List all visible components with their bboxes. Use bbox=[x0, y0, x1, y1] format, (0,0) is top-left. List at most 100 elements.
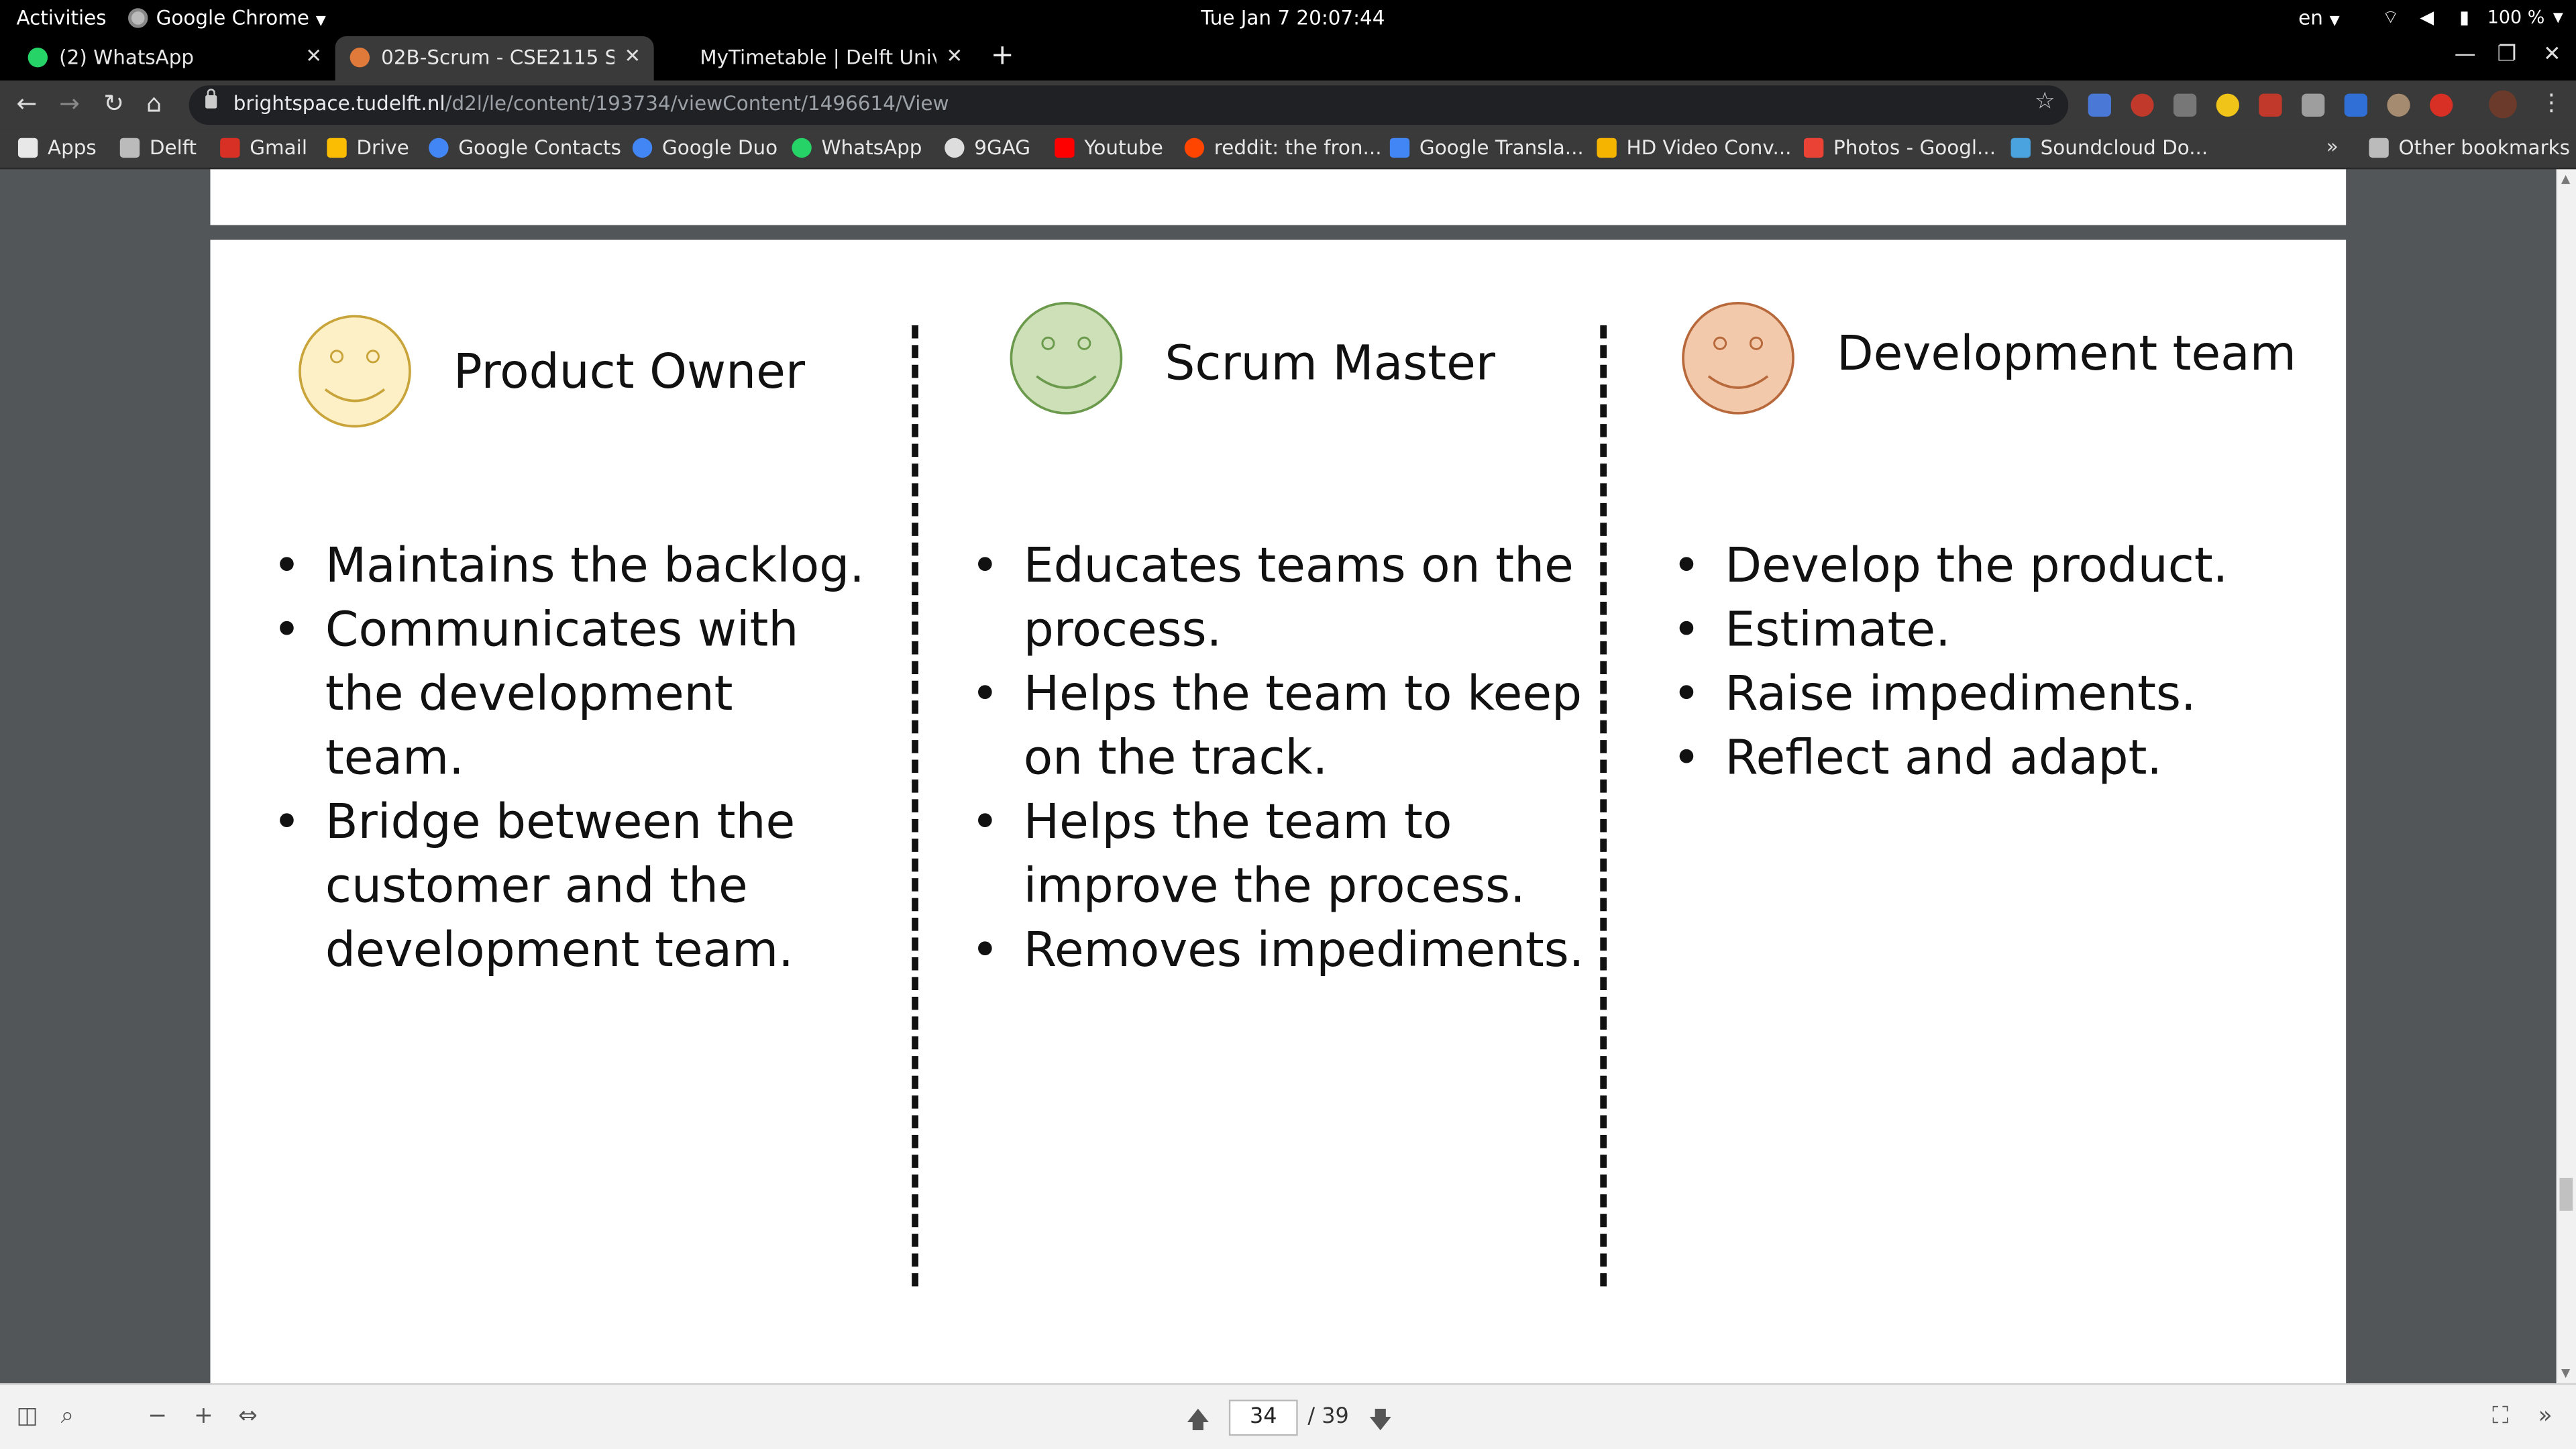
bookmarks-bar: Apps Delft Gmail Drive Google Contacts G… bbox=[0, 129, 2576, 170]
tab-strip: (2) WhatsApp ✕ 02B-Scrum - CSE2115 So ✕ … bbox=[0, 36, 2576, 81]
chrome-menu-button[interactable]: ⋮ bbox=[2540, 91, 2563, 117]
flash-extension-icon[interactable] bbox=[2344, 93, 2367, 117]
scroll-down-arrow-icon[interactable]: ▼ bbox=[2561, 1367, 2570, 1381]
bookmark-apps[interactable]: Apps bbox=[17, 136, 97, 160]
back-button[interactable]: ← bbox=[16, 89, 37, 118]
page-total: / 39 bbox=[1307, 1404, 1349, 1430]
zoom-out-button[interactable]: − bbox=[148, 1403, 167, 1429]
scroll-up-arrow-icon[interactable]: ▲ bbox=[2561, 172, 2570, 186]
chevron-down-icon[interactable]: ▼ bbox=[2553, 10, 2563, 25]
bookmark-whatsapp[interactable]: WhatsApp bbox=[792, 136, 922, 160]
sidebar-toggle-icon[interactable]: ◫ bbox=[16, 1403, 38, 1429]
bookmark-soundcloud[interactable]: Soundcloud Do... bbox=[2010, 136, 2208, 160]
bookmark-google-duo[interactable]: Google Duo bbox=[632, 136, 777, 160]
more-tools-icon[interactable]: » bbox=[2538, 1403, 2553, 1429]
slide-page: Product Owner Maintains the backlog. Com… bbox=[210, 239, 2347, 1384]
bullet-item: Bridge between the customer and the deve… bbox=[273, 790, 881, 983]
close-tab-icon[interactable]: ✕ bbox=[305, 44, 322, 67]
reload-button[interactable]: ↻ bbox=[103, 89, 124, 118]
cloud-icon bbox=[2010, 138, 2031, 158]
pdf-viewer[interactable]: Product Owner Maintains the backlog. Com… bbox=[0, 169, 2576, 1384]
other-bookmarks-folder[interactable]: Other bookmarks bbox=[2369, 136, 2570, 160]
tab-title: MyTimetable | Delft Unive bbox=[700, 46, 936, 69]
browser-toolbar: ← → ↻ ⌂ brightspace.tudelft.nl/d2l/le/co… bbox=[0, 80, 2576, 130]
language-indicator[interactable]: en ▼ bbox=[2298, 7, 2340, 30]
power-extension-icon[interactable] bbox=[2430, 93, 2453, 117]
bullet-item: Removes impediments. bbox=[971, 918, 1595, 983]
bookmark-delft[interactable]: Delft bbox=[119, 136, 197, 160]
cookie-extension-icon[interactable] bbox=[2387, 93, 2410, 117]
scrollbar-thumb[interactable] bbox=[2559, 1177, 2573, 1211]
bookmark-drive[interactable]: Drive bbox=[327, 136, 409, 160]
bullet-item: Communicates with the development team. bbox=[273, 598, 881, 790]
forward-button[interactable]: → bbox=[59, 89, 80, 118]
bookmark-star-icon[interactable]: ☆ bbox=[2035, 89, 2055, 115]
folder-icon bbox=[2369, 138, 2389, 158]
tab-title: (2) WhatsApp bbox=[59, 46, 195, 69]
bookmark-youtube[interactable]: Youtube bbox=[1055, 136, 1163, 160]
translate-extension-icon[interactable] bbox=[2088, 93, 2111, 117]
column-divider bbox=[1600, 325, 1607, 1287]
fit-page-icon[interactable]: ⇔ bbox=[238, 1403, 258, 1429]
minimize-button[interactable]: — bbox=[2455, 43, 2476, 68]
bookmark-google-contacts[interactable]: Google Contacts bbox=[429, 136, 621, 160]
folder-icon bbox=[119, 138, 140, 158]
restore-button[interactable]: ❐ bbox=[2497, 43, 2516, 68]
tab-whatsapp[interactable]: (2) WhatsApp ✕ bbox=[13, 36, 335, 80]
bookmark-reddit[interactable]: reddit: the fron... bbox=[1184, 136, 1382, 160]
role-title: Scrum Master bbox=[1165, 335, 1495, 391]
close-tab-icon[interactable]: ✕ bbox=[624, 44, 641, 67]
camera-extension-icon[interactable] bbox=[2174, 93, 2197, 117]
previous-page-arrow-icon[interactable]: 🡅 bbox=[1186, 1403, 1210, 1442]
video-converter-icon bbox=[1597, 138, 1617, 158]
tab-title: 02B-Scrum - CSE2115 So bbox=[381, 46, 614, 69]
tab-scrum[interactable]: 02B-Scrum - CSE2115 So ✕ bbox=[335, 36, 654, 81]
bookmark-hd-video-converter[interactable]: HD Video Conv... bbox=[1597, 136, 1791, 160]
search-icon[interactable]: ⌕ bbox=[61, 1403, 74, 1429]
bookmark-google-photos[interactable]: Photos - Googl... bbox=[1803, 136, 1996, 160]
close-window-button[interactable]: ✕ bbox=[2543, 43, 2561, 68]
bullet-item: Estimate. bbox=[1672, 598, 2313, 662]
app-name: Google Chrome bbox=[156, 6, 309, 30]
chrome-extension-icon[interactable] bbox=[2216, 93, 2239, 117]
chrome-icon bbox=[128, 8, 148, 28]
lock-icon bbox=[205, 89, 217, 109]
role-title: Development team bbox=[1836, 325, 2296, 382]
bullet-item: Helps the team to improve the process. bbox=[971, 790, 1595, 918]
adblock-extension-icon[interactable] bbox=[2131, 93, 2154, 117]
new-tab-button[interactable]: + bbox=[991, 40, 1014, 72]
app-menu[interactable]: Google Chrome ▼ bbox=[128, 7, 326, 30]
page-number-input[interactable]: 34 bbox=[1228, 1399, 1298, 1436]
address-bar[interactable]: brightspace.tudelft.nl/d2l/le/content/19… bbox=[189, 85, 2069, 125]
reader-extension-icon[interactable] bbox=[2302, 93, 2325, 117]
bookmark-9gag[interactable]: 9GAG bbox=[945, 136, 1030, 160]
bullet-item: Educates teams on the process. bbox=[971, 534, 1595, 662]
translate-icon bbox=[1389, 138, 1410, 158]
contacts-icon bbox=[429, 138, 449, 158]
duo-icon bbox=[632, 138, 653, 158]
activities-button[interactable]: Activities bbox=[16, 7, 106, 30]
profile-avatar[interactable] bbox=[2489, 90, 2517, 119]
bookmark-google-translate[interactable]: Google Transla... bbox=[1389, 136, 1584, 160]
tab-mytimetable[interactable]: MyTimetable | Delft Unive ✕ bbox=[657, 36, 976, 80]
fullscreen-icon[interactable]: ⛶ bbox=[2492, 1403, 2508, 1429]
whatsapp-icon bbox=[792, 138, 812, 158]
bullet-item: Reflect and adapt. bbox=[1672, 726, 2313, 790]
next-page-arrow-icon[interactable]: 🡇 bbox=[1368, 1403, 1392, 1442]
bullet-item: Develop the product. bbox=[1672, 534, 2313, 598]
battery-icon: ▮ bbox=[2459, 6, 2469, 28]
pdf-toolbar: ◫ ⌕ − + ⇔ 🡅 34 / 39 🡇 ⛶ » bbox=[0, 1383, 2576, 1449]
vertical-scrollbar[interactable]: ▲ ▼ bbox=[2556, 169, 2576, 1384]
video-extension-icon[interactable] bbox=[2259, 93, 2282, 117]
role-title: Product Owner bbox=[453, 343, 806, 400]
home-button[interactable]: ⌂ bbox=[146, 89, 162, 118]
more-bookmarks-button[interactable]: » bbox=[2326, 135, 2339, 158]
close-tab-icon[interactable]: ✕ bbox=[946, 44, 963, 67]
zoom-in-button[interactable]: + bbox=[194, 1403, 213, 1429]
bullet-item: Helps the team to keep on the track. bbox=[971, 662, 1595, 790]
clock[interactable]: Tue Jan 7 20:07:44 bbox=[1201, 7, 1385, 30]
bullet-item: Raise impediments. bbox=[1672, 662, 2313, 727]
bookmark-gmail[interactable]: Gmail bbox=[220, 136, 307, 160]
screen: Activities Google Chrome ▼ Tue Jan 7 20:0… bbox=[0, 0, 2576, 1449]
column-divider bbox=[912, 325, 918, 1287]
